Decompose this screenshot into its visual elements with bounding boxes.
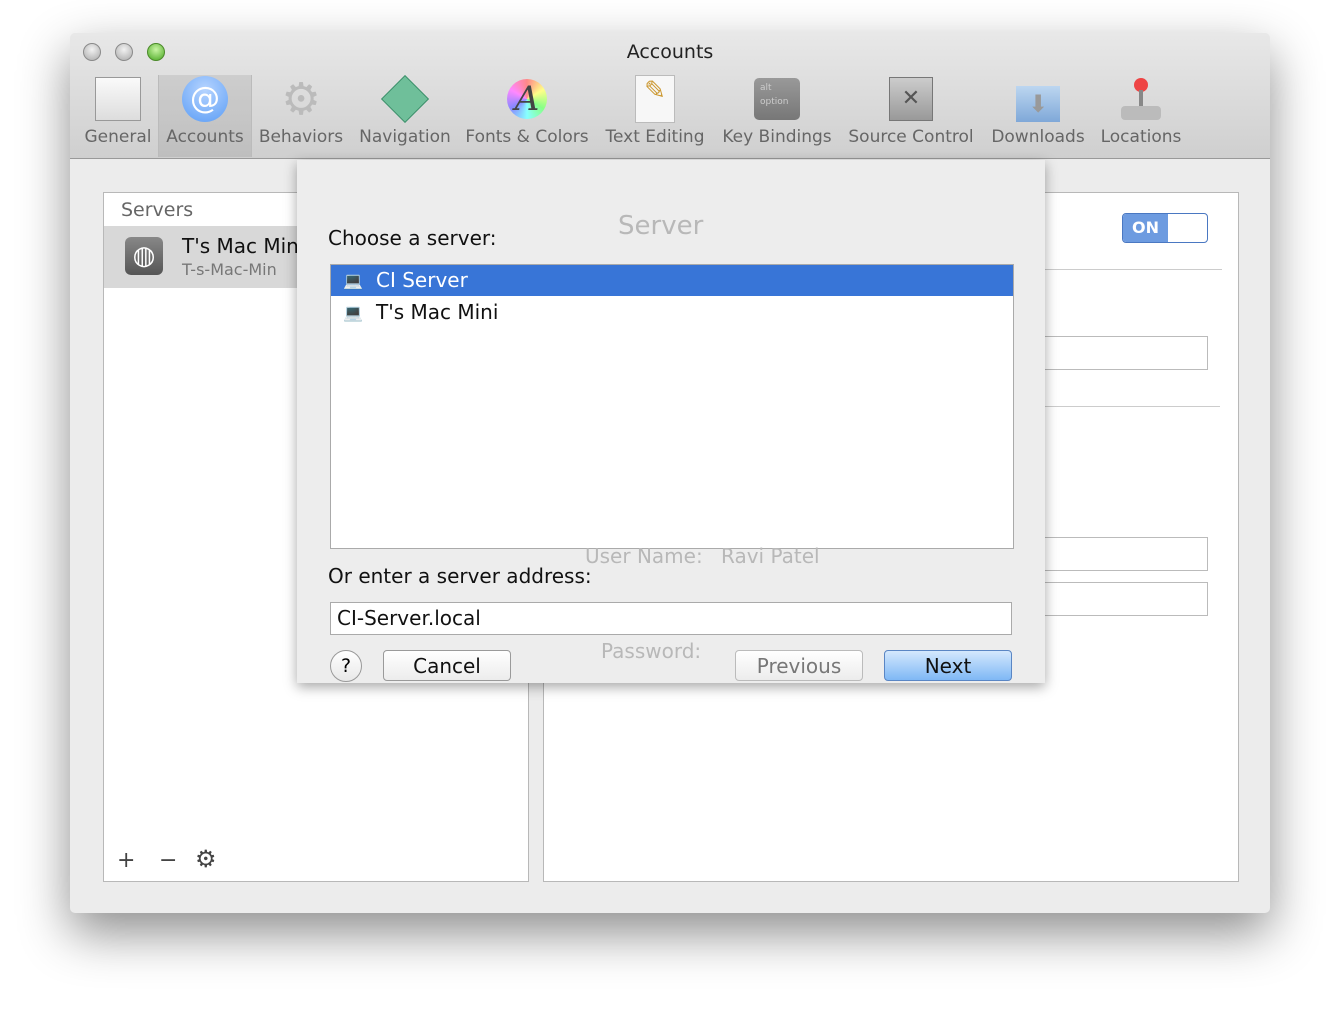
- tab-label: Source Control: [848, 127, 974, 147]
- font-color-icon: A: [503, 75, 551, 123]
- safe-icon: ✕: [887, 75, 935, 123]
- previous-button[interactable]: Previous: [735, 650, 863, 681]
- key-top-label: alt: [760, 83, 772, 93]
- window-title: Accounts: [626, 41, 714, 63]
- tab-label: Accounts: [166, 127, 244, 147]
- server-list: 💻 CI Server 💻 T's Mac Mini: [330, 264, 1014, 549]
- pencil-paper-icon: ✎: [631, 75, 679, 123]
- tab-label: Text Editing: [605, 127, 705, 147]
- tab-fonts-colors[interactable]: A Fonts & Colors: [463, 75, 591, 157]
- computer-icon: 💻: [343, 271, 363, 290]
- server-host: T-s-Mac-Min: [182, 260, 277, 279]
- help-button[interactable]: ?: [330, 650, 362, 682]
- tab-key-bindings[interactable]: alt option Key Bindings: [720, 75, 834, 157]
- light-switch-icon: [94, 75, 142, 123]
- tab-label: Key Bindings: [722, 127, 832, 147]
- tab-source-control[interactable]: ✕ Source Control: [844, 75, 978, 157]
- gear-icon[interactable]: ⚙: [195, 845, 217, 873]
- remove-button[interactable]: −: [159, 848, 177, 873]
- server-option-label: T's Mac Mini: [376, 300, 499, 324]
- next-button[interactable]: Next: [884, 650, 1012, 681]
- arrows-diamond-icon: [380, 74, 430, 124]
- tab-label: Downloads: [991, 127, 1085, 147]
- server-address-input[interactable]: CI-Server.local: [330, 602, 1012, 635]
- add-button[interactable]: +: [117, 848, 135, 873]
- at-sign-icon: @: [181, 75, 229, 123]
- choose-server-label: Choose a server:: [328, 226, 497, 250]
- tab-locations[interactable]: Locations: [1096, 75, 1186, 157]
- toggle-label: ON: [1123, 214, 1168, 242]
- key-bottom-label: option: [760, 97, 789, 107]
- tab-label: Fonts & Colors: [465, 127, 589, 147]
- tab-downloads[interactable]: ⬇ Downloads: [988, 75, 1088, 157]
- tab-label: Navigation: [359, 127, 451, 147]
- servers-header: Servers: [121, 199, 194, 221]
- tab-label: Behaviors: [258, 127, 344, 147]
- joystick-icon: [1117, 75, 1165, 123]
- tab-label: General: [84, 127, 152, 147]
- computer-icon: 💻: [343, 303, 363, 322]
- toolbar: Accounts General @ Accounts ⚙ Behaviors Na…: [70, 33, 1270, 159]
- tab-navigation[interactable]: Navigation: [355, 74, 455, 157]
- keyboard-key-icon: alt option: [753, 75, 801, 123]
- tab-general[interactable]: General: [80, 75, 156, 157]
- tab-label: Locations: [1100, 127, 1182, 147]
- tab-text-editing[interactable]: ✎ Text Editing: [602, 75, 708, 157]
- tab-behaviors[interactable]: ⚙ Behaviors: [256, 73, 346, 157]
- cancel-button[interactable]: Cancel: [383, 650, 511, 681]
- server-option-label: CI Server: [376, 268, 468, 292]
- gear-icon: ⚙: [281, 73, 321, 125]
- server-option[interactable]: 💻 T's Mac Mini: [331, 297, 1013, 328]
- address-label: Or enter a server address:: [328, 564, 592, 588]
- account-toggle[interactable]: ON: [1122, 213, 1208, 243]
- download-box-icon: ⬇: [1014, 75, 1062, 123]
- choose-server-sheet: Choose a server: 💻 CI Server 💻 T's Mac Min…: [297, 160, 1045, 683]
- globe-icon: ◍: [125, 237, 163, 275]
- server-option[interactable]: 💻 CI Server: [331, 265, 1013, 296]
- server-name: T's Mac Min: [182, 234, 299, 258]
- accounts-window: Accounts General @ Accounts ⚙ Behaviors Na…: [70, 33, 1270, 913]
- tab-accounts[interactable]: @ Accounts: [158, 75, 252, 157]
